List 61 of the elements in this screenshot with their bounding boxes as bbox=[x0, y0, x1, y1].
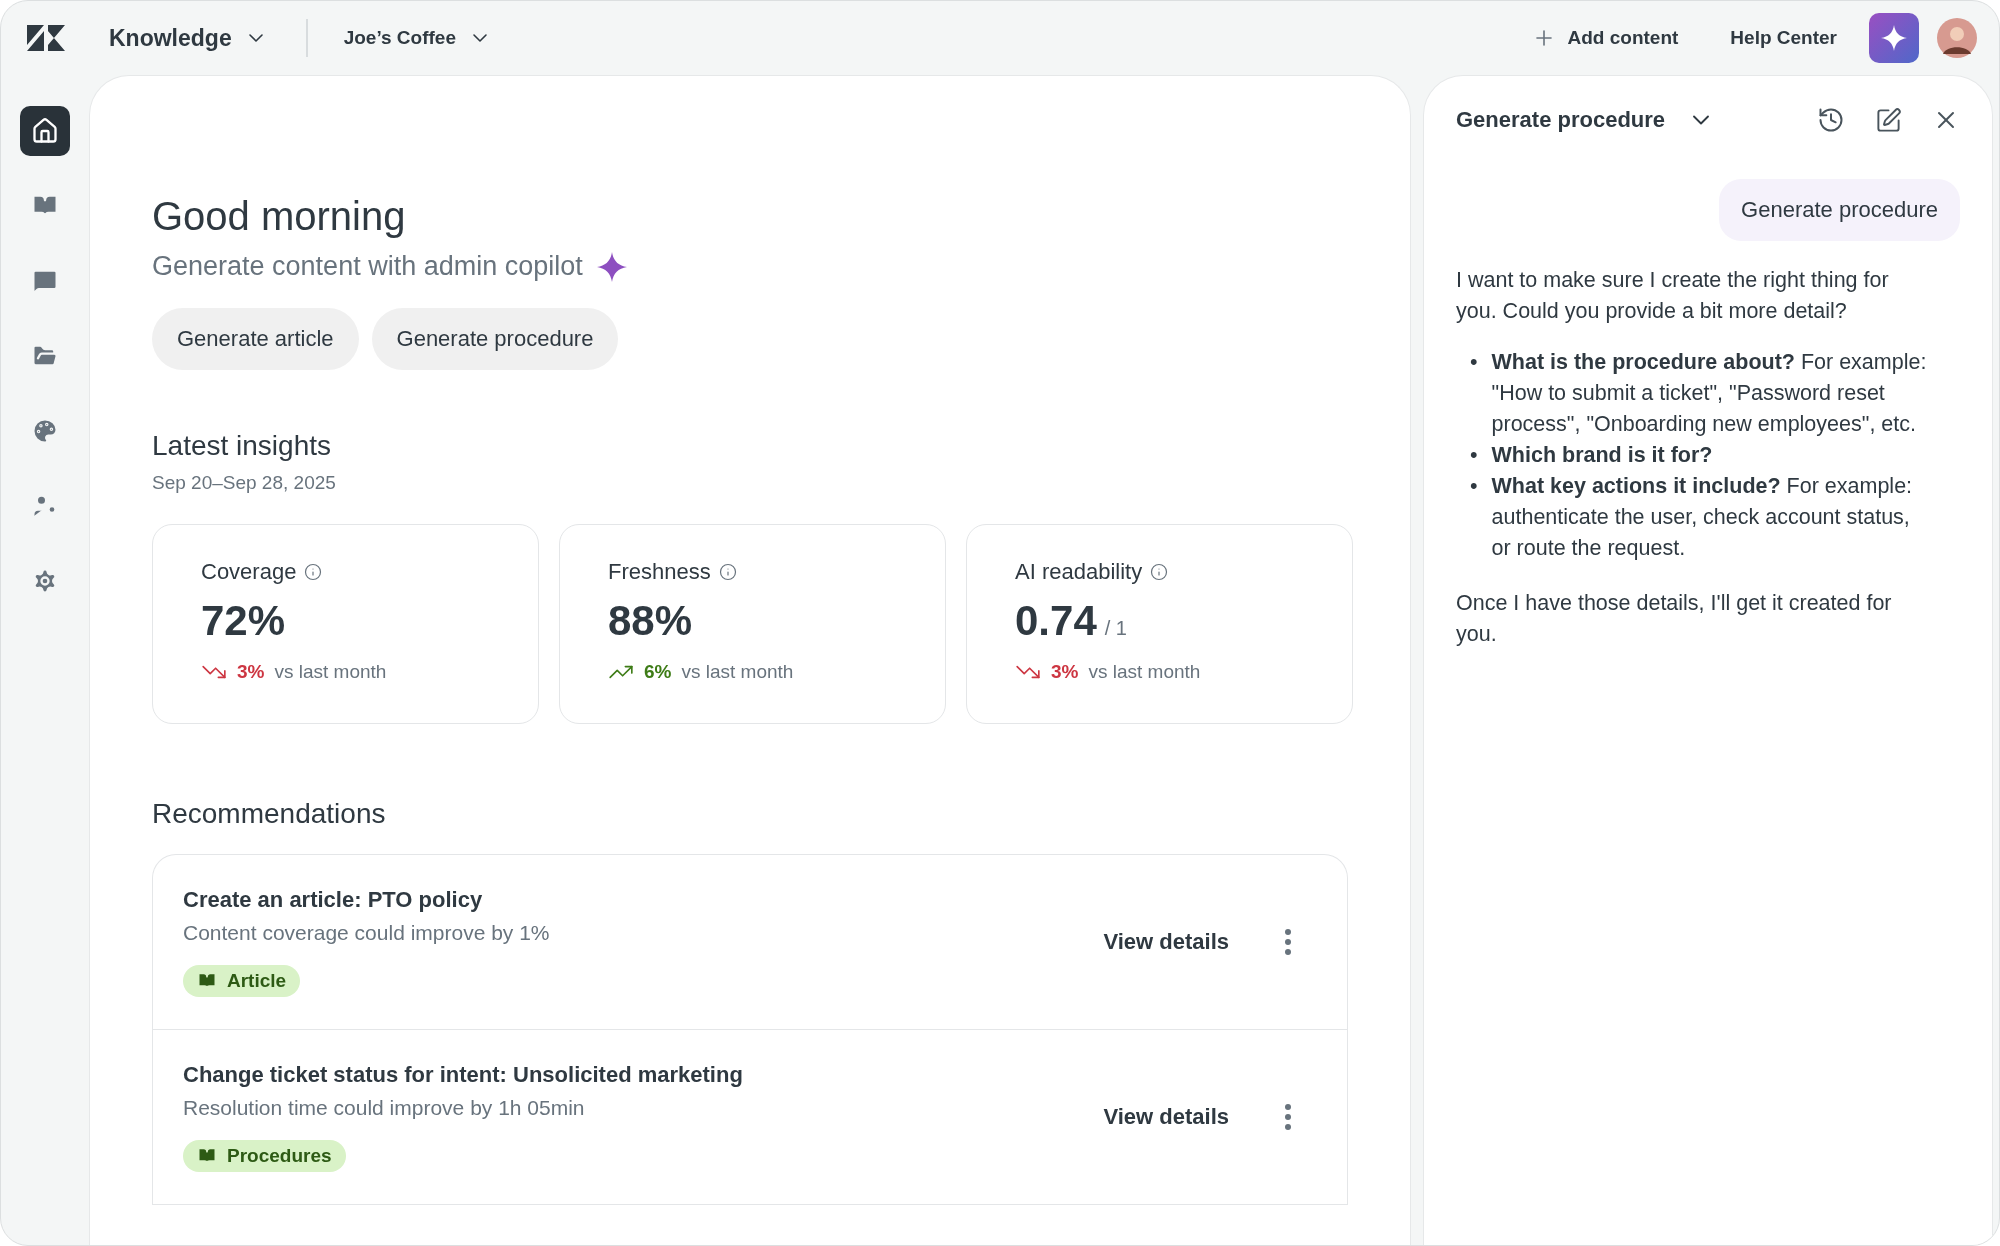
new-chat-button[interactable] bbox=[1875, 106, 1902, 134]
sparkle-icon bbox=[1881, 25, 1907, 51]
history-button[interactable] bbox=[1817, 106, 1845, 134]
metric-value: 0.74 bbox=[1015, 597, 1097, 645]
bullet-mark: • bbox=[1470, 349, 1478, 376]
pencil-square-icon bbox=[1875, 106, 1902, 134]
tag-label: Article bbox=[227, 970, 287, 992]
tag-label: Procedures bbox=[227, 1145, 332, 1167]
bullet-mark: • bbox=[1470, 442, 1478, 469]
generate-button[interactable]: Generate article bbox=[152, 308, 359, 370]
metric-change: 3% bbox=[237, 661, 265, 683]
metric-value: 88% bbox=[608, 597, 693, 645]
metric-label: Freshness bbox=[608, 559, 711, 585]
metric-compare: vs last month bbox=[681, 661, 794, 683]
metric-change: 6% bbox=[644, 661, 672, 683]
add-content-button[interactable]: Add content bbox=[1531, 26, 1679, 50]
more-icon bbox=[1285, 1104, 1291, 1130]
info-icon[interactable] bbox=[1150, 563, 1169, 581]
generate-button[interactable]: Generate procedure bbox=[371, 308, 619, 370]
assistant-bullet: What key actions it include? For example: authenticate the user, check account status, or route the request. bbox=[1491, 473, 1914, 562]
info-icon[interactable] bbox=[718, 563, 737, 581]
home-icon bbox=[31, 117, 59, 145]
palette-icon bbox=[31, 417, 59, 445]
recommendation-title: Change ticket status for intent: Unsolicited marketing bbox=[183, 1062, 743, 1088]
section-title: Latest insights bbox=[152, 430, 332, 462]
greeting: Good morning bbox=[152, 194, 407, 239]
more-button[interactable] bbox=[1285, 929, 1291, 955]
metric-scale: / 1 bbox=[1104, 617, 1127, 640]
logo-icon[interactable] bbox=[27, 25, 65, 51]
section-title: Recommendations bbox=[152, 798, 387, 830]
assistant-text: I want to make sure I create the right thing for you. Could you provide a bit more detail? bbox=[1456, 267, 1890, 325]
more-icon bbox=[1285, 929, 1291, 955]
view-details-button[interactable]: View details bbox=[1097, 928, 1235, 956]
date-range: Sep 20–Sep 28, 2025 bbox=[152, 472, 337, 494]
product-switcher[interactable]: Knowledge bbox=[109, 24, 268, 52]
recommendation-detail: Resolution time could improve by 1h 05min bbox=[183, 1096, 585, 1120]
more-button[interactable] bbox=[1285, 1104, 1291, 1130]
help-center-link[interactable]: Help Center bbox=[1730, 27, 1837, 49]
assistant-bullet: What is the procedure about? For example: "How to submit a ticket", "Password reset process", "Onboarding new employees", etc. bbox=[1491, 349, 1928, 438]
metric-change: 3% bbox=[1051, 661, 1079, 683]
panel-title-dropdown[interactable]: Generate procedure bbox=[1456, 106, 1716, 134]
assistant-bullet: Which brand is it for? bbox=[1491, 442, 1713, 469]
metric-label: Coverage bbox=[201, 559, 297, 585]
metric-label: AI readability bbox=[1015, 559, 1143, 585]
subtitle: Generate content with admin copilot bbox=[152, 251, 583, 282]
recommendation-title: Create an article: PTO policy bbox=[183, 887, 483, 913]
metric-compare: vs last month bbox=[1088, 661, 1201, 683]
brand-switcher[interactable]: Joe’s Coffee bbox=[343, 26, 492, 50]
metric-value: 72% bbox=[201, 597, 286, 645]
metric-compare: vs last month bbox=[274, 661, 387, 683]
recommendation-detail: Content coverage could improve by 1% bbox=[183, 921, 550, 945]
copilot-button[interactable] bbox=[1869, 13, 1919, 63]
assistant-text: Once I have those details, I'll get it created for you. bbox=[1456, 590, 1893, 648]
user-message: Generate procedure bbox=[1719, 179, 1960, 241]
info-icon[interactable] bbox=[304, 563, 323, 581]
avatar[interactable] bbox=[1937, 18, 1977, 58]
nav-button[interactable] bbox=[20, 106, 70, 156]
sparkle-icon bbox=[596, 251, 627, 282]
bullet-mark: • bbox=[1470, 473, 1478, 500]
history-icon bbox=[1817, 106, 1845, 134]
view-details-button[interactable]: View details bbox=[1097, 1103, 1235, 1131]
